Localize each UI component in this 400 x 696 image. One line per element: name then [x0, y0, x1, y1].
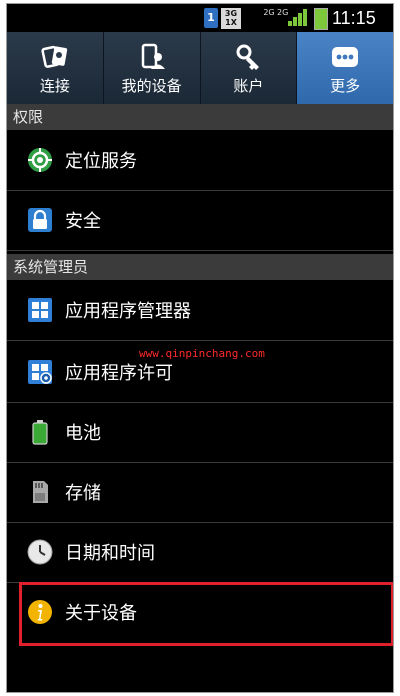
list-item-label: 定位服务: [65, 151, 137, 172]
app-permission-icon: [27, 359, 53, 385]
list-item-label: 存储: [65, 483, 101, 504]
list-item-location-services[interactable]: 定位服务: [7, 130, 393, 191]
more-icon: [330, 42, 360, 72]
status-bar: 1 3G 1X 2G 2G 11:15: [7, 4, 393, 32]
app-manager-icon: [27, 297, 53, 323]
my-device-icon: [137, 42, 167, 72]
watermark-text: www.qinpinchang.com: [139, 347, 265, 360]
connections-icon: [40, 42, 70, 72]
accounts-icon: [233, 42, 263, 72]
network-type-badge: 3G 1X: [221, 8, 241, 29]
list-item-label: 安全: [65, 211, 101, 232]
tab-label: 连接: [39, 77, 70, 95]
battery-icon: [27, 419, 53, 445]
list-item-label: 应用程序许可: [65, 363, 173, 384]
list-item-label: 日期和时间: [65, 543, 155, 564]
list-item-date-time[interactable]: 日期和时间: [7, 522, 393, 583]
network-3g-label: 3G: [224, 9, 238, 18]
phone-screen: 1 3G 1X 2G 2G 11:15 连接 我的设备 账户 更多 权限 定位服…: [6, 3, 394, 693]
section-header-permissions: 权限: [7, 104, 393, 130]
status-clock: 11:15: [332, 8, 376, 28]
lock-icon: [27, 207, 53, 233]
storage-icon: [27, 479, 53, 505]
list-item-app-manager[interactable]: 应用程序管理器: [7, 280, 393, 341]
clock-icon: [27, 539, 53, 565]
battery-status-icon: [314, 8, 328, 30]
network-1x-label: 1X: [225, 18, 237, 27]
network-2g-label: 2G: [263, 8, 275, 17]
tab-my-device[interactable]: 我的设备: [104, 32, 201, 104]
section-header-system-admin: 系统管理员: [7, 254, 393, 280]
list-item-battery[interactable]: 电池: [7, 402, 393, 463]
location-icon: [27, 147, 53, 173]
settings-tabs: 连接 我的设备 账户 更多: [7, 32, 393, 104]
list-item-label: 应用程序管理器: [65, 301, 191, 322]
list-item-label: 电池: [65, 423, 101, 444]
list-item-security[interactable]: 安全: [7, 190, 393, 251]
list-item-storage[interactable]: 存储: [7, 462, 393, 523]
sim-indicator: 1: [204, 8, 218, 28]
tab-label: 更多: [330, 77, 361, 95]
tab-accounts[interactable]: 账户: [201, 32, 298, 104]
highlight-box: [19, 582, 393, 646]
tab-label: 我的设备: [121, 77, 182, 95]
tab-label: 账户: [233, 77, 264, 95]
tab-connections[interactable]: 连接: [7, 32, 104, 104]
tab-more[interactable]: 更多: [297, 32, 393, 104]
network-2g-label-2: 2G: [277, 8, 289, 17]
